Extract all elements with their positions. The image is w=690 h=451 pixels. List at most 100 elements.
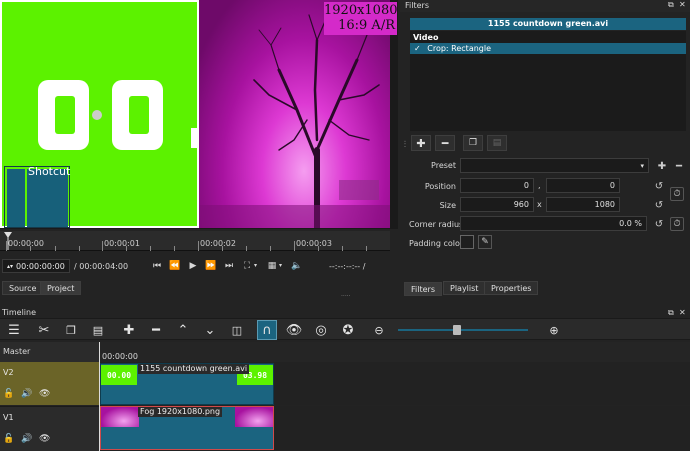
eye-icon[interactable]: 👁 [39, 389, 50, 399]
audio-icon[interactable]: 🔊 [21, 434, 32, 444]
crop-edge-handle[interactable] [191, 128, 197, 148]
rewind-button[interactable]: ⏪ [168, 259, 182, 273]
track-head-v1[interactable]: V1 🔓 🔊 👁 [0, 406, 99, 451]
clip-thumbnail-start: 00.00 [101, 365, 137, 385]
dock-float-icon[interactable]: ⧉ [668, 308, 674, 318]
lock-icon[interactable]: 🔓 [3, 389, 14, 399]
tab-project[interactable]: Project [40, 281, 82, 295]
position-y-field[interactable]: 0 [546, 178, 620, 193]
dock-float-icon[interactable]: ⧉ [668, 0, 674, 10]
plus-icon: ✚ [657, 160, 667, 172]
ripple-all-button[interactable]: ✪ [339, 321, 357, 339]
copy-icon: ❐ [66, 323, 76, 337]
size-width-field[interactable]: 960 [460, 197, 534, 212]
zoom-out-button[interactable]: ⊖ [370, 321, 388, 339]
eye-icon[interactable]: 👁 [39, 434, 50, 444]
split-button[interactable]: ◫ [228, 321, 246, 339]
digit-hole [55, 96, 75, 134]
play-button[interactable]: ▶ [186, 259, 200, 273]
current-timecode-field[interactable]: ▴▾ 00:00:00:00 [2, 259, 70, 273]
timeline-ruler[interactable]: 00:00:00 [99, 342, 690, 362]
filter-item-crop-rectangle[interactable]: ✓ Crop: Rectangle [410, 43, 686, 54]
player-time-ruler[interactable]: 00:00:00 00:00:01 00:00:02 00:00:03 [0, 231, 390, 251]
copy-button[interactable]: ❐ [62, 321, 80, 339]
append-button[interactable]: ✚ [120, 321, 138, 339]
grid-dropdown-icon[interactable]: ▾ [279, 262, 282, 269]
splitter-grip-icon[interactable]: ····· [341, 293, 351, 300]
audio-icon[interactable]: 🔊 [21, 389, 32, 399]
play-icon: ▶ [189, 261, 197, 271]
add-filter-button[interactable]: ✚ [411, 135, 431, 151]
position-keyframe-button[interactable]: ⏱ [670, 187, 684, 201]
volume-mute-icon: 🔈 [291, 261, 303, 271]
clip-thumb-time: 00.00 [106, 370, 132, 380]
corner-radius-field[interactable]: 0.0 % [460, 216, 647, 231]
plus-icon: ✚ [416, 136, 426, 150]
clip-label: 1155 countdown green.avi [138, 364, 250, 374]
track-head-master[interactable]: Master [0, 342, 99, 362]
overwrite-button[interactable]: ⌄ [201, 321, 219, 339]
position-x-field[interactable]: 0 [460, 178, 534, 193]
tab-properties[interactable]: Properties [484, 281, 539, 295]
grid-button[interactable]: ▦ [265, 259, 279, 273]
dock-close-icon[interactable]: ✕ [679, 0, 686, 9]
remove-filter-button[interactable]: ━ [435, 135, 455, 151]
player-playhead-icon[interactable] [4, 232, 12, 250]
tab-filters[interactable]: Filters [404, 282, 442, 296]
filter-item-label: Crop: Rectangle [427, 44, 492, 53]
paste-filter-button[interactable]: ▤ [487, 135, 507, 151]
zoom-button[interactable]: ⛶ [240, 259, 254, 273]
ruler-tick [55, 246, 56, 251]
tab-label: Properties [491, 283, 532, 293]
track-head-v2[interactable]: V2 🔓 🔊 👁 [0, 362, 99, 405]
timeline-clip-countdown[interactable]: 00.00 03.98 1155 countdown green.avi [100, 363, 274, 405]
zoom-in-button[interactable]: ⊕ [545, 321, 563, 339]
dock-close-icon[interactable]: ✕ [679, 308, 686, 317]
zoom-slider-handle[interactable] [452, 325, 461, 335]
tab-source[interactable]: Source [2, 281, 44, 295]
timeline-playhead[interactable] [99, 342, 100, 451]
size-reset-button[interactable]: ↺ [652, 198, 666, 212]
lock-icon[interactable]: 🔓 [3, 434, 14, 444]
tab-playlist[interactable]: Playlist [443, 281, 486, 295]
stopwatch-icon: ⏱ [673, 219, 681, 229]
scrub-button[interactable]: 👁 [285, 321, 303, 339]
zoom-dropdown-icon[interactable]: ▾ [254, 262, 257, 269]
shotcut-logo-text: Shotcut [28, 165, 71, 178]
ripple-delete-button[interactable]: ━ [147, 321, 165, 339]
fast-forward-button[interactable]: ⏩ [204, 259, 218, 273]
preset-label: Preset [431, 161, 456, 170]
copy-filter-button[interactable]: ❐ [463, 135, 483, 151]
ruler-label: 00:00:02 [200, 239, 236, 248]
splitter-grip-icon[interactable]: ··· [400, 140, 409, 148]
skip-previous-icon: ⏮ [152, 261, 162, 271]
crop-handle-knob[interactable] [92, 110, 102, 120]
cut-button[interactable]: ✂ [35, 321, 53, 339]
timeline-menu-button[interactable]: ☰ [5, 321, 23, 339]
video-player[interactable]: Shotcut 1920x1080 16:9 A/R [0, 0, 398, 229]
lift-button[interactable]: ⌃ [174, 321, 192, 339]
filter-enabled-checkbox[interactable]: ✓ [414, 44, 421, 53]
snap-button[interactable]: ∩ [257, 320, 277, 340]
corner-reset-button[interactable]: ↺ [652, 217, 666, 231]
timeline-clip-fog[interactable]: Fog 1920x1080.png [100, 406, 274, 450]
target-icon: ◎ [315, 322, 327, 338]
position-reset-button[interactable]: ↺ [652, 179, 666, 193]
skip-next-button[interactable]: ⏭ [222, 259, 236, 273]
preset-dropdown[interactable]: ▾ [460, 158, 649, 173]
ruler-tick [294, 241, 295, 251]
color-picker-button[interactable]: ✎ [478, 235, 492, 249]
paste-button[interactable]: ▤ [89, 321, 107, 339]
padding-color-swatch[interactable] [460, 235, 474, 249]
countdown-digit-left [38, 80, 89, 150]
logo-bar [7, 169, 25, 227]
zoom-slider[interactable] [398, 329, 528, 331]
corner-keyframe-button[interactable]: ⏱ [670, 217, 684, 231]
delete-preset-button[interactable]: ━ [672, 159, 686, 173]
tab-label: Filters [411, 284, 435, 294]
size-height-field[interactable]: 1080 [546, 197, 620, 212]
save-preset-button[interactable]: ✚ [655, 159, 669, 173]
ripple-button[interactable]: ◎ [312, 321, 330, 339]
skip-previous-button[interactable]: ⏮ [150, 259, 164, 273]
volume-button[interactable]: 🔈 [290, 259, 304, 273]
